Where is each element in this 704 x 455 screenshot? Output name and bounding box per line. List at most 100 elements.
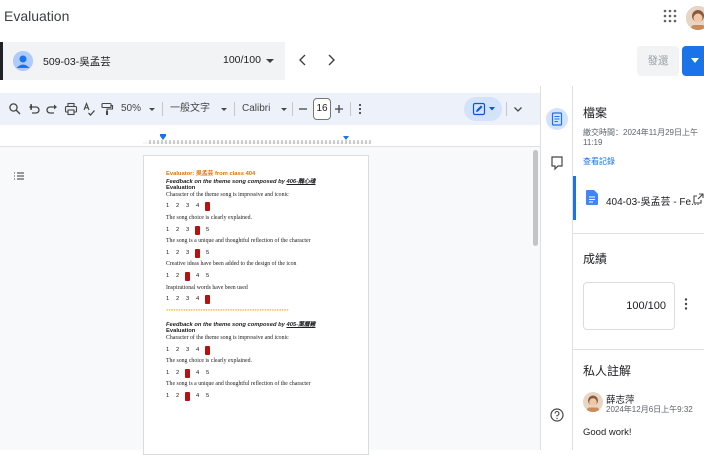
open-in-new-icon[interactable] [693, 193, 704, 204]
spellcheck-icon[interactable] [82, 102, 96, 116]
rating-number: 1 [166, 249, 170, 256]
rating-number: 3 [186, 203, 190, 210]
commenter-avatar [583, 392, 603, 412]
collapse-toolbar-icon[interactable] [511, 102, 525, 116]
student-selector[interactable]: 509-03-吳孟芸 100/100 [0, 42, 285, 80]
comments-icon[interactable] [546, 152, 568, 174]
criterion-text: Inspirational words have been used [166, 284, 248, 291]
rating-number: 3 [186, 226, 190, 233]
view-history-link[interactable]: 查看記錄 [583, 156, 615, 167]
criterion-text: Creative ideas have been added to the de… [166, 261, 297, 268]
rating-scale: 12345 [166, 295, 368, 304]
undo-icon[interactable] [27, 102, 41, 116]
student-name: 509-03-吳孟芸 [43, 56, 111, 68]
chevron-down-icon[interactable] [266, 57, 274, 65]
criterion-text: The song choice is clearly explained. [166, 358, 252, 365]
grade-input[interactable]: 100/100 [583, 282, 675, 330]
evaluation-heading: Evaluation [166, 328, 196, 335]
toolbar-divider [350, 102, 351, 116]
rating-number: 5 [206, 249, 210, 256]
rating-number: 1 [166, 346, 170, 353]
font-select[interactable]: Calibri [242, 101, 270, 117]
toolbar-divider [506, 102, 507, 116]
rating-number: 3 [186, 346, 190, 353]
paint-format-icon[interactable] [100, 102, 114, 116]
student-score: 100/100 [223, 54, 261, 66]
return-dropdown-button[interactable] [682, 46, 704, 76]
file-name: 404-03-吳孟芸 - Fe... [606, 197, 700, 208]
rating-number: 1 [166, 296, 170, 303]
editing-mode-button[interactable] [464, 97, 502, 121]
rating-number: 5 [205, 345, 210, 355]
group1-criteria: Character of the theme song is impressiv… [166, 191, 368, 304]
return-button[interactable]: 發還 [637, 46, 679, 76]
comment-time: 2024年12月6日上午9:32 [606, 405, 693, 414]
private-notes-title: 私人註解 [583, 364, 632, 378]
more-options-icon[interactable] [353, 102, 367, 116]
grade-more-icon[interactable] [682, 297, 690, 311]
zoom-value[interactable]: 50% [121, 101, 141, 117]
print-icon[interactable] [64, 102, 78, 116]
stars-separator: ****************************************… [166, 308, 289, 315]
rating-number: 1 [166, 226, 170, 233]
ruler-ticks [143, 134, 371, 144]
search-icon[interactable] [8, 102, 22, 116]
rating-number: 4 [196, 296, 200, 303]
style-dropdown-icon[interactable] [217, 102, 231, 116]
caret-down-icon [691, 58, 699, 63]
previous-student-icon[interactable] [296, 53, 310, 67]
panel-divider [573, 349, 704, 350]
rating-number: 2 [176, 272, 180, 279]
document-page[interactable]: Evaluator: 吳孟芸 from class 404 Feedback o… [143, 155, 369, 455]
assignment-title: Evaluation [4, 8, 70, 24]
rating-number: 4 [196, 392, 200, 399]
side-icon-strip [540, 86, 572, 450]
style-select[interactable]: 一般文字 [170, 101, 210, 117]
evaluation-heading: Evaluation [166, 185, 196, 192]
outline-icon[interactable] [12, 169, 26, 183]
rating-number: 3 [186, 249, 190, 256]
docs-file-icon [586, 190, 598, 205]
rating-number: 5 [206, 272, 210, 279]
rating-scale: 12345 [166, 248, 368, 258]
rating-number: 2 [176, 296, 180, 303]
document-area[interactable]: Evaluator: 吳孟芸 from class 404 Feedback o… [0, 147, 540, 455]
rating-number: 2 [176, 226, 180, 233]
next-student-icon[interactable] [324, 53, 338, 67]
top-bar: Evaluation [0, 0, 704, 36]
redo-icon[interactable] [45, 102, 59, 116]
criterion-text: Character of the theme song is impressiv… [166, 191, 289, 198]
font-size-input[interactable]: 16 [313, 98, 331, 120]
rating-number: 5 [206, 226, 210, 233]
comment-text: Good work! [583, 427, 632, 438]
rating-number: 2 [176, 369, 180, 376]
rubric-icon[interactable] [546, 108, 568, 130]
student-avatar [13, 51, 33, 71]
rating-number: 5 [205, 295, 210, 304]
rating-scale: 12345 [166, 368, 368, 378]
rating-number: 4 [196, 369, 200, 376]
file-card[interactable]: 404-03-吳孟芸 - Fe... [573, 176, 704, 220]
submitted-label: 繳交時間：2024年11月29日上午 [583, 128, 698, 137]
rating-number: 1 [166, 392, 170, 399]
apps-grid-icon[interactable] [663, 9, 677, 23]
increase-font-size-icon[interactable] [332, 102, 346, 116]
decrease-font-size-icon[interactable] [296, 102, 310, 116]
zoom-dropdown-icon[interactable] [145, 102, 159, 116]
help-icon[interactable] [546, 404, 568, 426]
rating-number: 5 [206, 369, 210, 376]
account-avatar[interactable] [686, 6, 704, 30]
rating-number: 4 [196, 272, 200, 279]
rating-number: 5 [205, 202, 210, 211]
vertical-scrollbar[interactable] [533, 150, 538, 246]
grade-value: 100/100 [626, 300, 666, 312]
rating-number: 3 [185, 271, 190, 281]
doc-toolbar: 50% 一般文字 Calibri 16 [0, 93, 540, 125]
rating-number: 1 [166, 203, 170, 210]
font-dropdown-icon[interactable] [277, 102, 291, 116]
rating-number: 4 [196, 346, 200, 353]
feedback-heading: Feedback on the theme song composed by 4… [166, 178, 316, 185]
evaluator-line: Evaluator: 吳孟芸 from class 404 [166, 171, 256, 177]
ruler[interactable] [0, 131, 540, 147]
rating-number: 5 [206, 392, 210, 399]
